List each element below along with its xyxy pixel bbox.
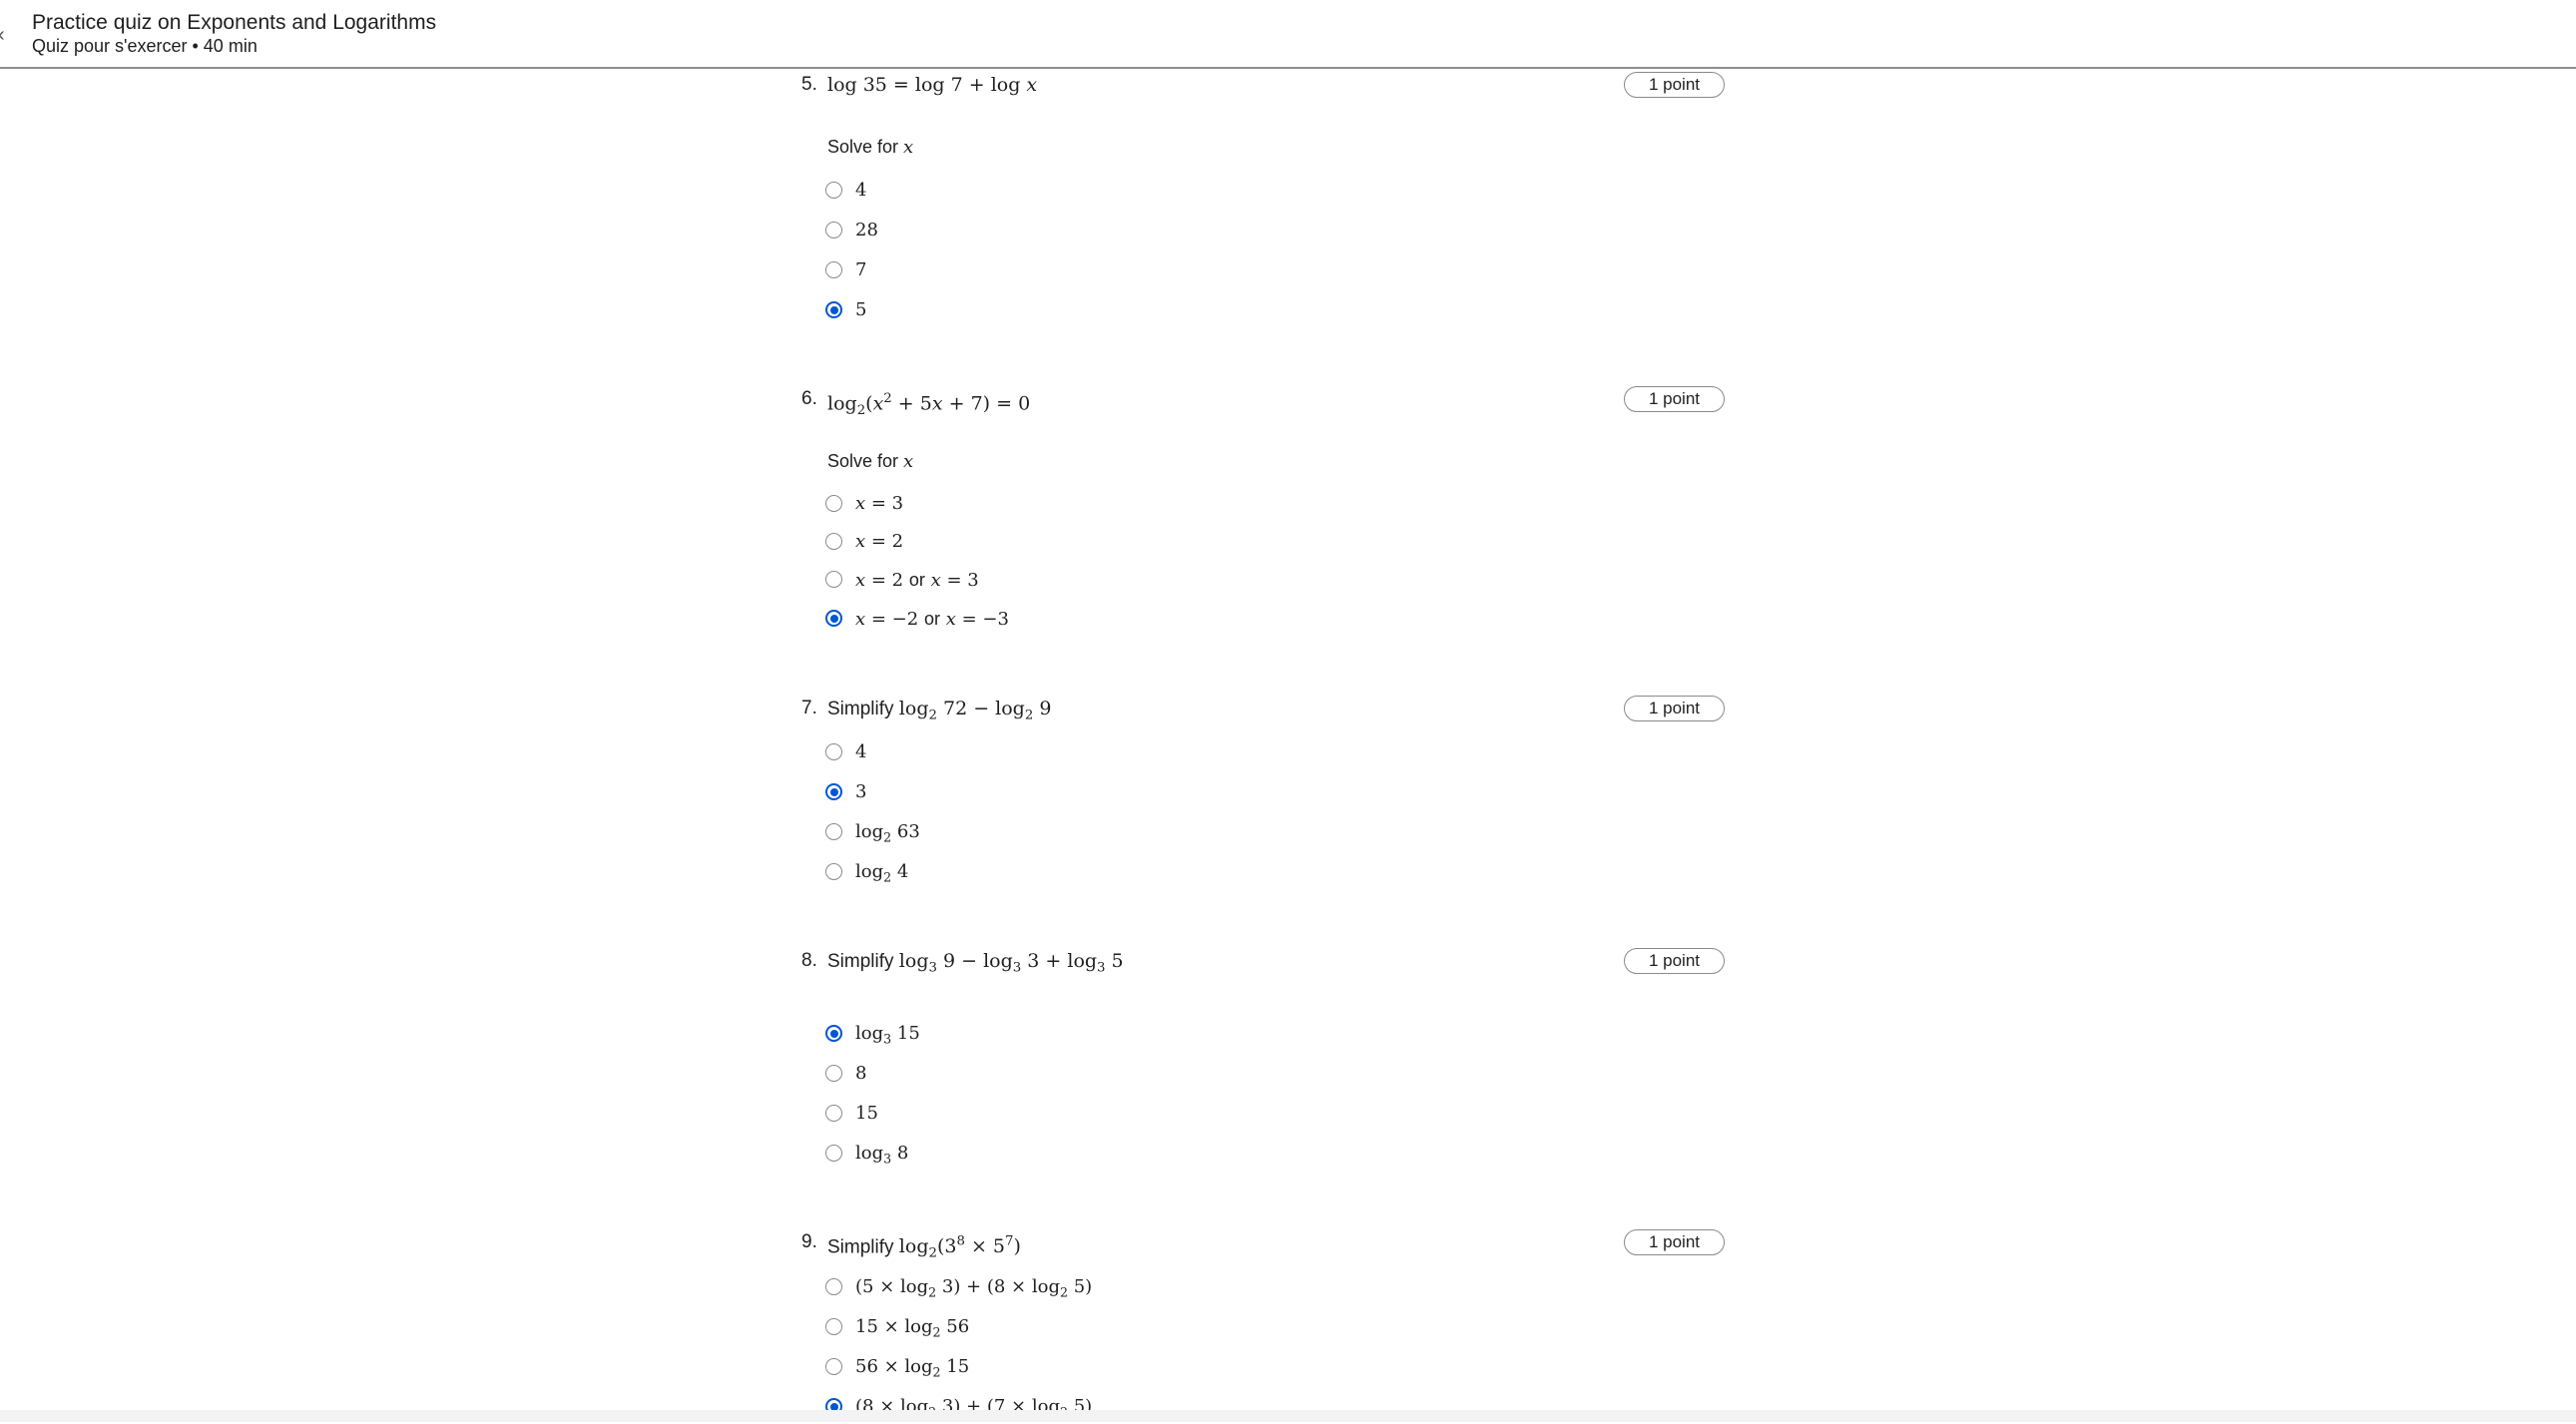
option-label: x = 3 [855,493,904,514]
question-prompt: log2(x2 + 5x + 7) = 0 [827,391,1031,418]
option-label: 4 [855,180,867,201]
option-label: 15 × log2 56 [855,1316,970,1340]
question-number: 7. [801,698,817,718]
radio-button[interactable] [825,823,842,840]
quiz-title: Practice quiz on Exponents and Logarithm… [32,11,437,34]
question-prompt: Simplify log2(38 × 57) [827,1234,1021,1261]
points-badge: 1 point [1624,386,1725,412]
option-label: 8 [855,1063,867,1084]
radio-button[interactable] [825,863,842,880]
question-number: 5. [801,74,817,95]
option-label: (5 × log2 3) + (8 × log2 5) [855,1276,1093,1300]
option-label: 5 [855,299,867,320]
option-label: 4 [855,741,867,762]
radio-button[interactable] [825,1278,842,1295]
option-label: 3 [855,781,867,802]
option-label: x = 2 or x = 3 [855,570,979,591]
option-label: 28 [855,220,878,240]
option-label: log2 63 [855,821,920,845]
radio-button[interactable] [825,182,842,199]
option-label: log3 8 [855,1143,909,1167]
radio-button[interactable] [825,571,842,588]
option-label: 7 [855,259,867,280]
radio-button-checked[interactable] [825,610,842,627]
radio-button[interactable] [825,1105,842,1122]
points-badge: 1 point [1624,696,1725,721]
radio-button[interactable] [825,1358,842,1375]
quiz-header: ‹ Practice quiz on Exponents and Logarit… [0,0,2576,69]
points-badge: 1 point [1624,72,1725,98]
question-subprompt: Solve for x [827,451,914,472]
question-subprompt: Solve for x [827,137,914,158]
option-label: x = 2 [855,531,904,552]
question-prompt: Simplify log3 9 − log3 3 + log3 5 [827,950,1124,976]
back-chevron-icon[interactable]: ‹ [0,24,5,47]
points-badge: 1 point [1624,1229,1725,1255]
question-number: 9. [801,1231,817,1252]
radio-button-checked[interactable] [825,1025,842,1042]
radio-button-checked[interactable] [825,783,842,800]
radio-button[interactable] [825,533,842,550]
radio-button[interactable] [825,1318,842,1335]
option-label: x = −2 or x = −3 [855,609,1009,630]
radio-button[interactable] [825,1065,842,1082]
footer-bar [0,1410,2576,1422]
radio-button[interactable] [825,261,842,278]
option-label: log3 15 [855,1023,920,1047]
option-label: 56 × log2 15 [855,1356,970,1380]
radio-button-checked[interactable] [825,301,842,318]
question-number: 8. [801,950,817,971]
radio-button[interactable] [825,1145,842,1162]
question-prompt: log 35 = log 7 + log x [827,74,1038,96]
option-label: 15 [855,1103,878,1124]
radio-button[interactable] [825,222,842,238]
question-prompt: Simplify log2 72 − log2 9 [827,698,1052,723]
quiz-subtitle: Quiz pour s'exercer • 40 min [32,36,258,56]
radio-button[interactable] [825,495,842,512]
radio-button[interactable] [825,743,842,760]
points-badge: 1 point [1624,948,1725,974]
question-number: 6. [801,388,817,409]
option-label: log2 4 [855,861,909,885]
